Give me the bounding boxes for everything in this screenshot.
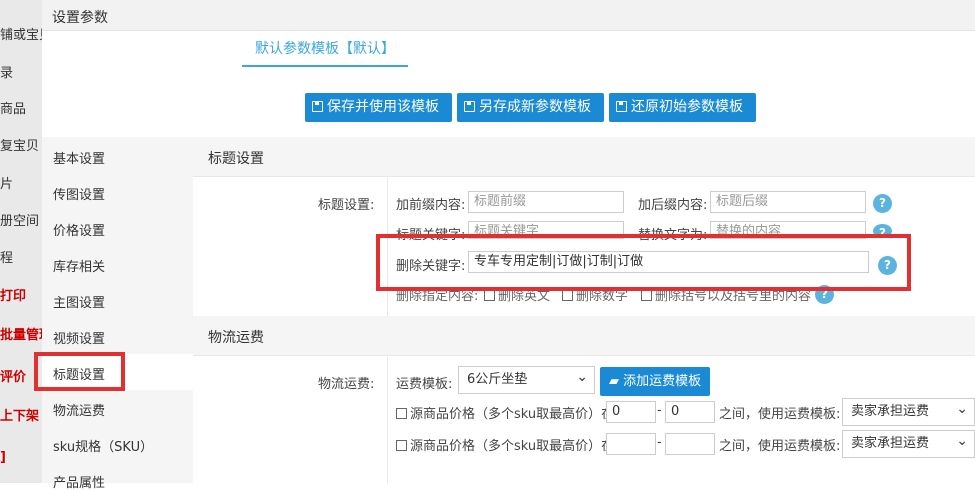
checkbox[interactable] bbox=[396, 440, 407, 451]
help-icon[interactable]: ? bbox=[873, 194, 892, 213]
left-nav-item[interactable]: 批量管理 bbox=[0, 324, 42, 343]
rule1-max-input[interactable]: 0 bbox=[665, 401, 715, 423]
menu-item-price[interactable]: 价格设置 bbox=[53, 220, 105, 239]
divider bbox=[387, 357, 388, 483]
shipping-section-heading: 物流运费 bbox=[208, 330, 264, 346]
restore-defaults-label: 还原初始参数模板 bbox=[631, 99, 743, 115]
menu-item-shipping[interactable]: 物流运费 bbox=[53, 400, 105, 419]
suffix-input[interactable]: 标题后缀 bbox=[710, 191, 866, 213]
save-as-new-label: 另存成新参数模板 bbox=[479, 99, 591, 115]
shipping-label: 物流运费: bbox=[318, 377, 375, 392]
left-nav-item[interactable]: 录 bbox=[0, 62, 13, 81]
title-section-header: 标题设置 bbox=[193, 137, 975, 177]
prefix-label: 加前缀内容: bbox=[396, 198, 466, 213]
left-nav-item[interactable]: 上下架 bbox=[0, 405, 39, 424]
save-icon bbox=[312, 101, 323, 112]
template-label: 运费模板: bbox=[396, 377, 453, 392]
rule1-min-input[interactable]: 0 bbox=[606, 401, 656, 423]
checkbox[interactable] bbox=[562, 290, 573, 301]
left-nav-item[interactable]: ] bbox=[0, 450, 6, 465]
rule1-template-select[interactable]: 卖家承担运费 bbox=[842, 396, 975, 426]
shipping-section-header: 物流运费 bbox=[193, 316, 975, 356]
left-nav-item[interactable]: 册空间 bbox=[0, 210, 39, 229]
menu-item-stock[interactable]: 库存相关 bbox=[53, 256, 105, 275]
rule2-prefix: 源商品价格（多个sku取最高价）在: bbox=[396, 435, 619, 454]
range-dash: - bbox=[657, 403, 662, 418]
rule2-min-input[interactable] bbox=[606, 433, 656, 455]
menu-item-sku[interactable]: sku规格（SKU） bbox=[53, 436, 153, 455]
save-as-new-button[interactable]: 另存成新参数模板 bbox=[457, 93, 604, 122]
rule1-prefix: 源商品价格（多个sku取最高价）在: bbox=[396, 403, 619, 422]
rule2-template-select[interactable]: 卖家承担运费 bbox=[842, 428, 975, 458]
add-shipping-label: 添加运费模板 bbox=[623, 374, 702, 389]
checkbox[interactable] bbox=[641, 290, 652, 301]
save-icon bbox=[616, 101, 627, 112]
truck-icon: ▰ bbox=[609, 374, 619, 389]
restore-defaults-button[interactable]: 还原初始参数模板 bbox=[609, 93, 756, 122]
title-section-heading: 标题设置 bbox=[208, 151, 264, 167]
range-dash: - bbox=[657, 435, 662, 450]
highlight-box bbox=[34, 352, 125, 391]
tab-default-template[interactable]: 默认参数模板【默认】 bbox=[242, 31, 408, 67]
menu-item-upload[interactable]: 传图设置 bbox=[53, 184, 105, 203]
title-settings-label: 标题设置: bbox=[318, 198, 375, 213]
save-and-use-button[interactable]: 保存并使用该模板 bbox=[305, 93, 452, 122]
rule2-prefix-label: 源商品价格（多个sku取最高价）在: bbox=[410, 439, 619, 454]
menu-item-video[interactable]: 视频设置 bbox=[53, 328, 105, 347]
menu-item-attributes[interactable]: 产品属性 bbox=[53, 472, 105, 491]
left-nav-item[interactable]: 复宝贝 bbox=[0, 135, 39, 154]
menu-item-main-image[interactable]: 主图设置 bbox=[53, 292, 105, 311]
checkbox[interactable] bbox=[396, 408, 407, 419]
rule2-max-input[interactable] bbox=[665, 433, 715, 455]
opt-english-label: 删除英文 bbox=[498, 289, 551, 304]
add-shipping-template-button[interactable]: ▰ 添加运费模板 bbox=[600, 367, 710, 396]
left-nav-item[interactable]: 程 bbox=[0, 247, 13, 266]
save-and-use-label: 保存并使用该模板 bbox=[327, 99, 439, 115]
left-nav-item[interactable]: 铺或宝贝 bbox=[0, 24, 42, 43]
left-nav-item[interactable]: 打印 bbox=[0, 285, 26, 304]
opt-digits-label: 删除数字 bbox=[576, 289, 629, 304]
settings-menu: 基本设置 传图设置 价格设置 库存相关 主图设置 视频设置 标题设置 物流运费 … bbox=[42, 137, 193, 491]
menu-item-basic[interactable]: 基本设置 bbox=[53, 148, 105, 167]
page-title: 设置参数 bbox=[52, 10, 108, 26]
rule2-between: 之间，使用运费模板: bbox=[719, 439, 841, 454]
opt-brackets-label: 删除括号以及括号里的内容 bbox=[655, 289, 812, 304]
suffix-label: 加后缀内容: bbox=[638, 198, 708, 213]
page-header: 设置参数 bbox=[42, 0, 975, 31]
prefix-input[interactable]: 标题前缀 bbox=[468, 191, 624, 213]
shipping-template-select[interactable]: 6公斤坐垫 bbox=[458, 364, 595, 394]
left-nav-item[interactable]: 商品 bbox=[0, 98, 26, 117]
left-nav-item[interactable]: 评价 bbox=[0, 366, 26, 385]
rule1-prefix-label: 源商品价格（多个sku取最高价）在: bbox=[410, 407, 619, 422]
highlight-box bbox=[376, 234, 911, 291]
rule1-between: 之间，使用运费模板: bbox=[719, 407, 841, 422]
checkbox[interactable] bbox=[484, 290, 495, 301]
left-nav: 铺或宝贝 录 商品 复宝贝 片 册空间 程 打印 批量管理 评价 上下架 ] bbox=[0, 0, 42, 483]
left-nav-item[interactable]: 片 bbox=[0, 173, 13, 192]
save-icon bbox=[464, 101, 475, 112]
